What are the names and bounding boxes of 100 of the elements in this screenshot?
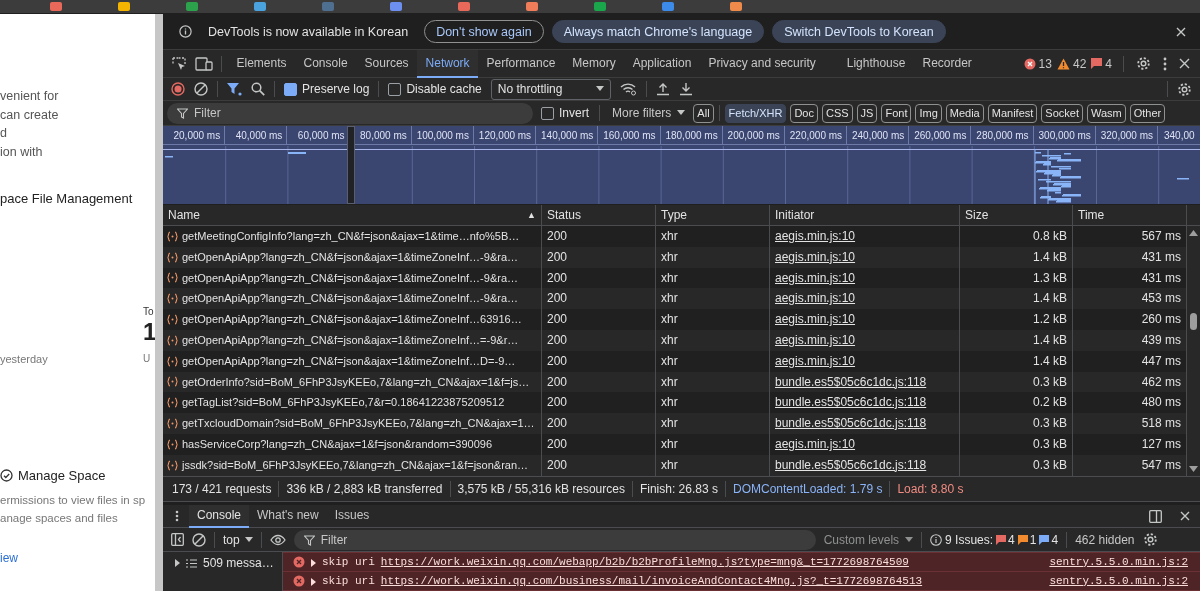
issues-counter[interactable]: 9 Issues: 4 1 4 xyxy=(930,532,1059,547)
initiator-link[interactable]: aegis.min.js:10 xyxy=(775,291,856,306)
tab-favicon[interactable] xyxy=(730,2,742,11)
panel-tab[interactable]: Sources xyxy=(356,49,418,78)
initiator-link[interactable]: aegis.min.js:10 xyxy=(775,333,856,347)
source-link[interactable]: sentry.5.5.0.min.js:2 xyxy=(1049,574,1188,587)
eye-icon[interactable] xyxy=(269,533,286,546)
request-row[interactable]: getOpenApiApp?lang=zh_CN&f=json&ajax=1&timeZoneInf…D=-9… 200 xhr aegis.min.js:10 1.4 kB 447 ms xyxy=(163,350,1187,372)
more-filters-dropdown[interactable]: More filters xyxy=(608,106,690,120)
clear-icon[interactable] xyxy=(192,532,206,547)
infobar-button[interactable]: Switch DevTools to Korean xyxy=(772,20,946,43)
column-header[interactable]: Status xyxy=(547,205,582,225)
panel-tab[interactable]: Network xyxy=(417,49,479,78)
filter-icon[interactable] xyxy=(227,82,242,96)
column-header[interactable]: Type xyxy=(661,205,687,225)
initiator-link[interactable]: aegis.min.js:10 xyxy=(775,229,856,243)
console-message[interactable]: skip uri https://work.weixin.qq.com/business/mail/invoiceAndContact4Mng.js?_t=1772698764513 sentry.5.5.0.min.js:2 xyxy=(283,571,1200,591)
panel-tab[interactable]: Application xyxy=(624,49,700,78)
type-filter-chip[interactable]: Socket xyxy=(1041,103,1083,123)
panel-tab[interactable]: Memory xyxy=(563,49,625,78)
message-link[interactable]: https://work.weixin.qq.com/webapp/b2b/b2bProfileMng.js?type=mng&_t=1772698764509 xyxy=(380,555,909,568)
sidebar-toggle-icon[interactable] xyxy=(171,533,184,546)
settings-icon[interactable] xyxy=(1142,532,1158,547)
disable-cache-checkbox[interactable] xyxy=(388,82,402,96)
initiator-link[interactable]: bundle.es5$05c6c1dc.js:118 xyxy=(775,416,927,431)
search-icon[interactable] xyxy=(251,82,265,96)
more-options-icon[interactable] xyxy=(1163,56,1167,71)
initiator-link[interactable]: aegis.min.js:10 xyxy=(775,436,856,451)
type-filter-chip[interactable]: JS xyxy=(856,103,878,123)
column-header[interactable]: Initiator xyxy=(775,205,815,225)
type-filter-chip[interactable]: CSS xyxy=(821,103,853,123)
initiator-link[interactable]: aegis.min.js:10 xyxy=(775,312,856,327)
panel-tab[interactable]: Lighthouse xyxy=(838,49,914,78)
invert-checkbox[interactable] xyxy=(541,106,554,120)
preserve-log-checkbox[interactable] xyxy=(284,82,297,96)
scrollbar-thumb[interactable] xyxy=(1190,312,1197,330)
initiator-link[interactable]: aegis.min.js:10 xyxy=(775,353,856,368)
close-icon[interactable] xyxy=(1176,26,1186,37)
drawer-tab[interactable]: Issues xyxy=(326,504,378,528)
type-filter-chip[interactable]: Fetch/XHR xyxy=(724,103,787,123)
device-toolbar-icon[interactable] xyxy=(195,55,213,72)
request-row[interactable]: getTagList?sid=BoM_6FhP3JsyKEEo,7&r=0.18641223875209512 200 xhr bundle.es5$05c6c1dc.js:118 0.2 kB 480 ms xyxy=(163,392,1187,414)
more-options-icon[interactable] xyxy=(175,510,179,522)
message-link[interactable]: https://work.weixin.qq.com/business/mail/invoiceAndContact4Mng.js?_t=1772698764513 xyxy=(380,574,923,587)
panel-tab[interactable]: Recorder xyxy=(913,49,981,78)
log-levels-dropdown[interactable]: Custom levels xyxy=(823,532,914,547)
throttling-select[interactable]: No throttling xyxy=(490,78,611,100)
dock-icon[interactable] xyxy=(1149,509,1162,523)
panel-tab[interactable]: Privacy and security xyxy=(699,49,825,78)
panel-tab[interactable]: Performance xyxy=(478,49,564,78)
column-header[interactable]: Time xyxy=(1078,205,1105,225)
type-filter-chip[interactable]: Other xyxy=(1129,103,1166,123)
request-row[interactable]: getMeetingConfigInfo?lang=zh_CN&f=json&ajax=1&time…nfo%5B… 200 xhr aegis.min.js:10 0.8 kB 567 ms xyxy=(163,226,1187,247)
expand-arrow-icon[interactable] xyxy=(311,558,316,567)
close-icon[interactable] xyxy=(1180,511,1190,521)
column-header[interactable]: Size xyxy=(965,205,989,225)
filter-field[interactable]: Filter xyxy=(167,102,533,124)
download-icon[interactable] xyxy=(678,82,693,96)
request-row[interactable]: getOpenApiApp?lang=zh_CN&f=json&ajax=1&timeZoneInf…63916… 200 xhr aegis.min.js:10 1.2 kB 260 ms xyxy=(163,309,1187,330)
record-icon[interactable] xyxy=(171,82,185,96)
console-message[interactable]: skip uri https://work.weixin.qq.com/webapp/b2b/b2bProfileMng.js?type=mng&_t=1772698764509 sentry.5.5.0.min.js:2 xyxy=(283,552,1200,572)
scrollbar[interactable] xyxy=(155,14,163,591)
tab-favicon[interactable] xyxy=(526,2,538,11)
view-link[interactable]: iew xyxy=(0,551,155,565)
console-filter-field[interactable]: Filter xyxy=(293,529,816,550)
type-filter-chip[interactable]: Doc xyxy=(790,103,818,123)
inspect-element-icon[interactable] xyxy=(171,55,187,72)
close-icon[interactable] xyxy=(1179,58,1190,69)
console-sidebar-item[interactable]: 509 messa… xyxy=(175,556,282,570)
tab-favicon[interactable] xyxy=(254,2,266,11)
column-header[interactable]: Name xyxy=(168,205,200,225)
infobar-button[interactable]: Always match Chrome's language xyxy=(551,20,765,43)
initiator-link[interactable]: bundle.es5$05c6c1dc.js:118 xyxy=(775,374,927,389)
overview-range-handle[interactable] xyxy=(347,126,355,204)
type-filter-chip[interactable]: All xyxy=(693,103,714,123)
initiator-link[interactable]: aegis.min.js:10 xyxy=(775,270,856,285)
initiator-link[interactable]: aegis.min.js:10 xyxy=(775,249,856,264)
context-selector[interactable]: top xyxy=(223,532,253,547)
request-row[interactable]: hasServiceCorp?lang=zh_CN&ajax=1&f=json&random=390096 200 xhr aegis.min.js:10 0.3 kB 127 ms xyxy=(163,433,1187,455)
request-row[interactable]: getOpenApiApp?lang=zh_CN&f=json&ajax=1&timeZoneInf…-9&ra… 200 xhr aegis.min.js:10 1.3 kB 431 ms xyxy=(163,267,1187,289)
type-filter-chip[interactable]: Media xyxy=(945,103,984,123)
initiator-link[interactable]: bundle.es5$05c6c1dc.js:118 xyxy=(775,457,927,472)
issue-count[interactable]: 4 xyxy=(1091,56,1112,71)
error-count[interactable]: 13 xyxy=(1023,56,1052,71)
panel-tab[interactable]: Elements xyxy=(228,49,296,78)
expand-arrow-icon[interactable] xyxy=(311,577,316,586)
tab-favicon[interactable] xyxy=(118,2,130,11)
upload-icon[interactable] xyxy=(655,82,670,96)
network-conditions-icon[interactable] xyxy=(619,82,637,96)
source-link[interactable]: sentry.5.5.0.min.js:2 xyxy=(1049,555,1188,568)
type-filter-chip[interactable]: Manifest xyxy=(987,103,1038,123)
type-filter-chip[interactable]: Img xyxy=(915,103,942,123)
initiator-link[interactable]: bundle.es5$05c6c1dc.js:118 xyxy=(775,395,927,410)
settings-icon[interactable] xyxy=(1177,81,1192,97)
clear-icon[interactable] xyxy=(194,82,208,96)
scroll-up-icon[interactable] xyxy=(1189,230,1198,236)
drawer-tab[interactable]: Console xyxy=(189,504,250,528)
drawer-tab[interactable]: What's new xyxy=(249,504,327,528)
settings-icon[interactable] xyxy=(1136,56,1151,71)
scroll-down-icon[interactable] xyxy=(1189,466,1198,472)
